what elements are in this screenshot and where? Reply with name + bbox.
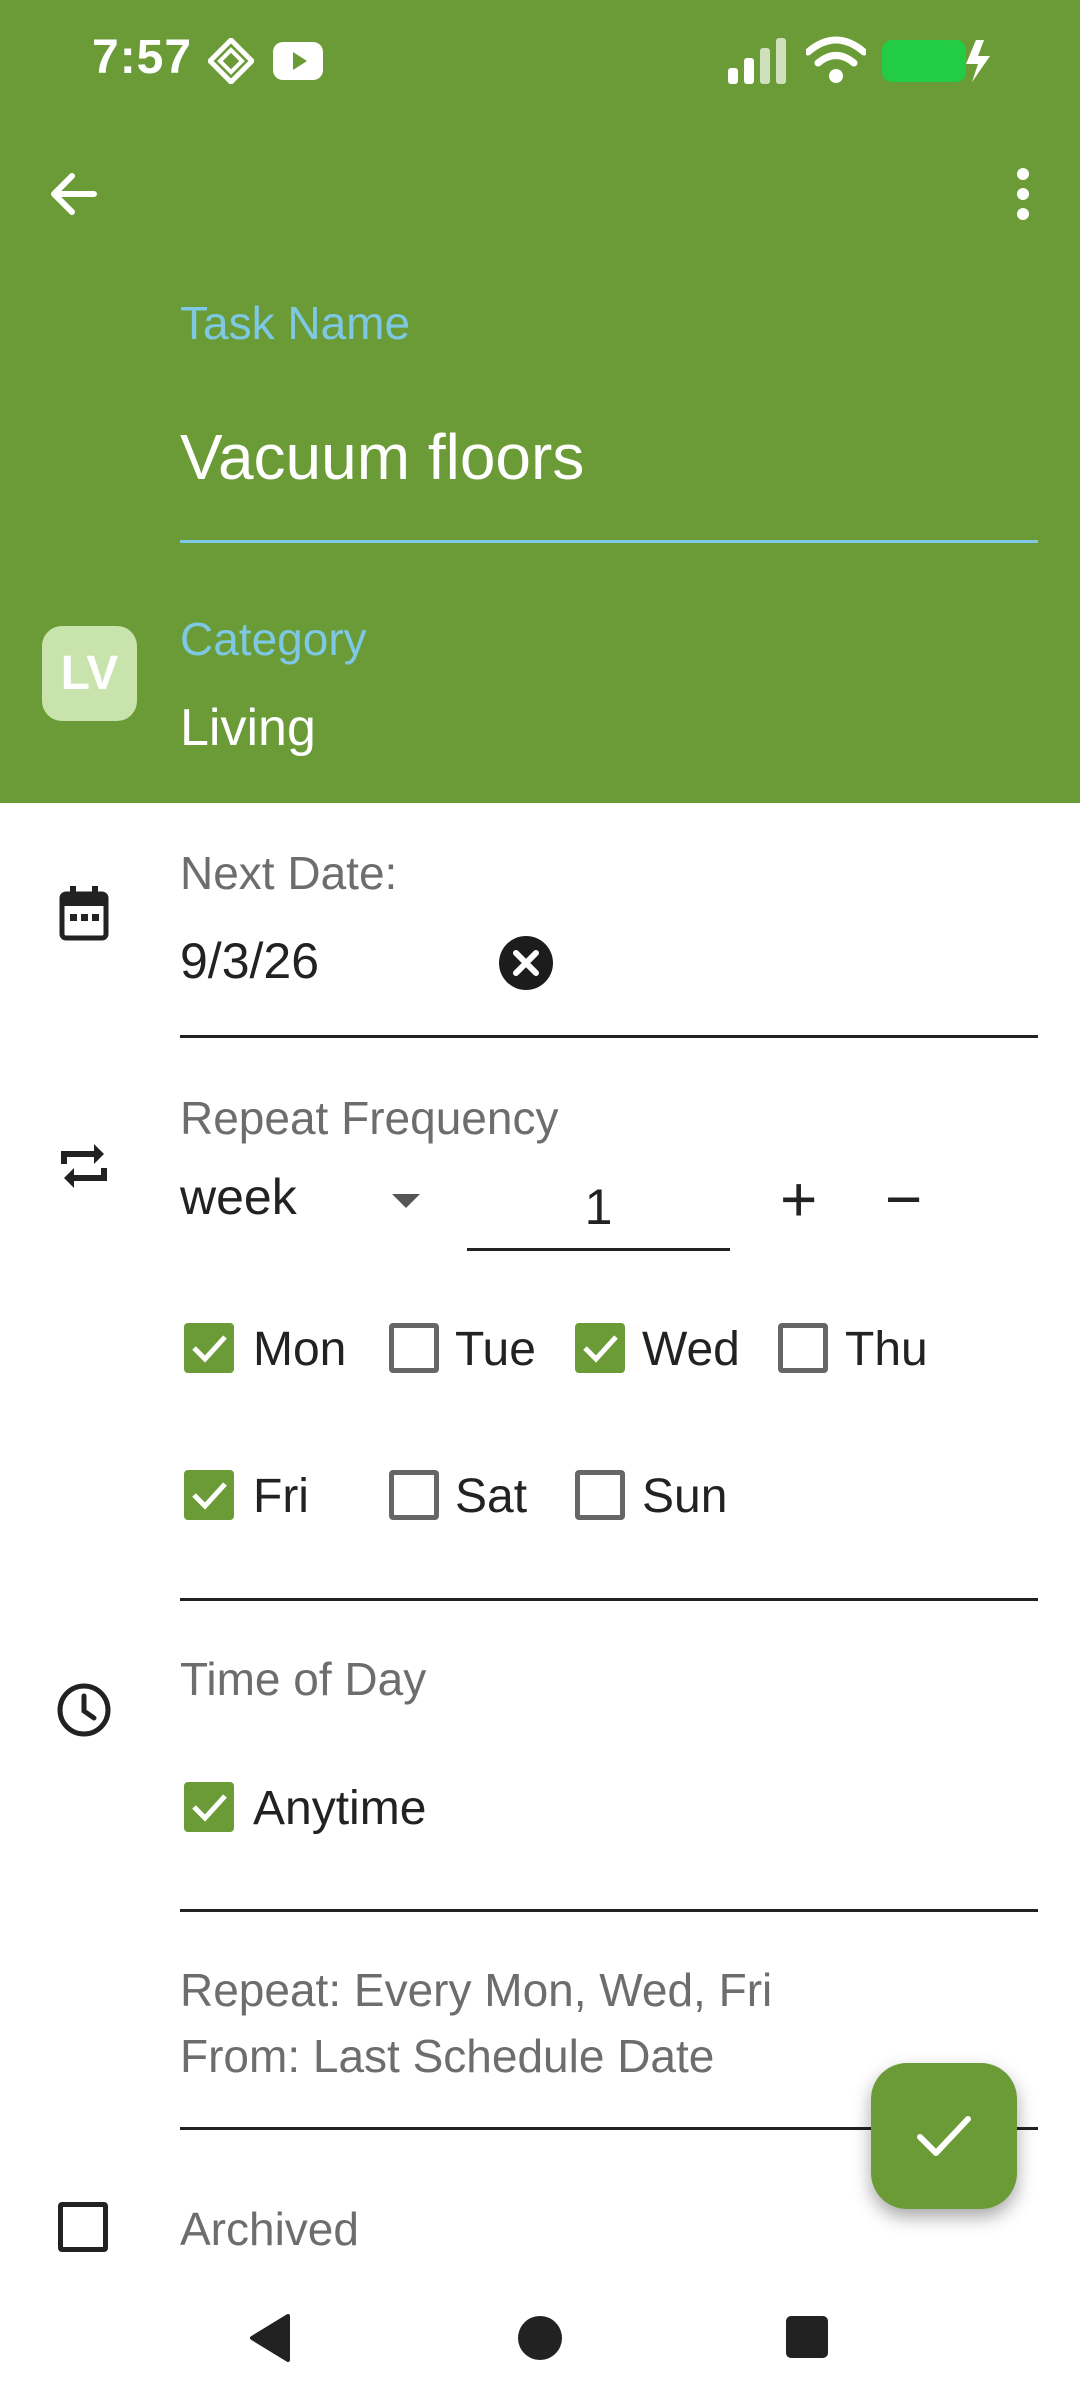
time-of-day-label: Time of Day [180, 1653, 427, 1705]
checkmark-icon [917, 2116, 971, 2156]
kodi-icon [208, 38, 254, 84]
increment-button[interactable]: + [780, 1162, 817, 1236]
back-arrow-icon[interactable] [48, 168, 100, 220]
day-label-mon: Mon [253, 1323, 347, 1376]
check-icon [192, 1482, 227, 1510]
day-label-sat: Sat [455, 1470, 528, 1523]
calendar-icon [59, 886, 109, 941]
task-name-underline [180, 540, 1038, 543]
checkbox-wed[interactable] [575, 1323, 625, 1373]
check-icon [192, 1794, 227, 1822]
nav-recents-icon[interactable] [786, 2316, 828, 2358]
dropdown-arrow-icon[interactable] [390, 1192, 422, 1210]
checkbox-thu[interactable] [778, 1323, 828, 1373]
category-value[interactable]: Living [180, 698, 316, 758]
wifi-icon [806, 36, 866, 83]
checkbox-mon[interactable] [184, 1323, 234, 1373]
youtube-icon [273, 42, 323, 80]
battery-charging-icon [882, 40, 990, 82]
next-date-value[interactable]: 9/3/26 [180, 932, 319, 990]
nav-back-icon[interactable] [248, 2314, 292, 2362]
status-time: 7:57 [92, 31, 193, 84]
repeat-count-input[interactable]: 1 [467, 1178, 730, 1236]
checkbox-anytime[interactable] [184, 1782, 234, 1832]
nav-home-icon[interactable] [517, 2315, 563, 2361]
next-date-underline [180, 1035, 1038, 1038]
day-label-thu: Thu [845, 1323, 928, 1376]
more-vertical-icon[interactable] [1006, 168, 1040, 220]
repeat-icon [61, 1144, 107, 1188]
from-summary: From: Last Schedule Date [180, 2030, 715, 2082]
task-header [0, 0, 1080, 803]
archived-checkbox[interactable] [58, 2202, 108, 2252]
day-label-fri: Fri [253, 1470, 309, 1523]
day-label-wed: Wed [642, 1323, 740, 1376]
category-label: Category [180, 613, 367, 665]
repeat-frequency-label: Repeat Frequency [180, 1092, 559, 1144]
decrement-button[interactable]: − [885, 1162, 922, 1236]
clear-date-icon[interactable] [498, 935, 554, 991]
category-avatar: LV [42, 626, 137, 721]
day-label-sun: Sun [642, 1470, 728, 1523]
check-icon [192, 1335, 227, 1363]
repeat-count-underline [467, 1248, 730, 1251]
check-icon [583, 1335, 618, 1363]
save-fab-button[interactable] [871, 2063, 1017, 2209]
checkbox-fri[interactable] [184, 1470, 234, 1520]
task-name-input[interactable]: Vacuum floors [180, 420, 584, 494]
signal-icon [728, 38, 786, 84]
checkbox-tue[interactable] [389, 1323, 439, 1373]
day-label-tue: Tue [455, 1323, 536, 1376]
next-date-label: Next Date: [180, 847, 398, 899]
time-of-day-underline [180, 1909, 1038, 1912]
repeat-unit-select[interactable]: week [180, 1168, 297, 1226]
anytime-label: Anytime [253, 1782, 427, 1835]
clock-icon [57, 1683, 111, 1737]
task-name-label: Task Name [180, 297, 411, 349]
repeat-underline [180, 1598, 1038, 1601]
checkbox-sun[interactable] [575, 1470, 625, 1520]
archived-label: Archived [180, 2203, 359, 2255]
repeat-summary: Repeat: Every Mon, Wed, Fri [180, 1964, 773, 2016]
checkbox-sat[interactable] [389, 1470, 439, 1520]
